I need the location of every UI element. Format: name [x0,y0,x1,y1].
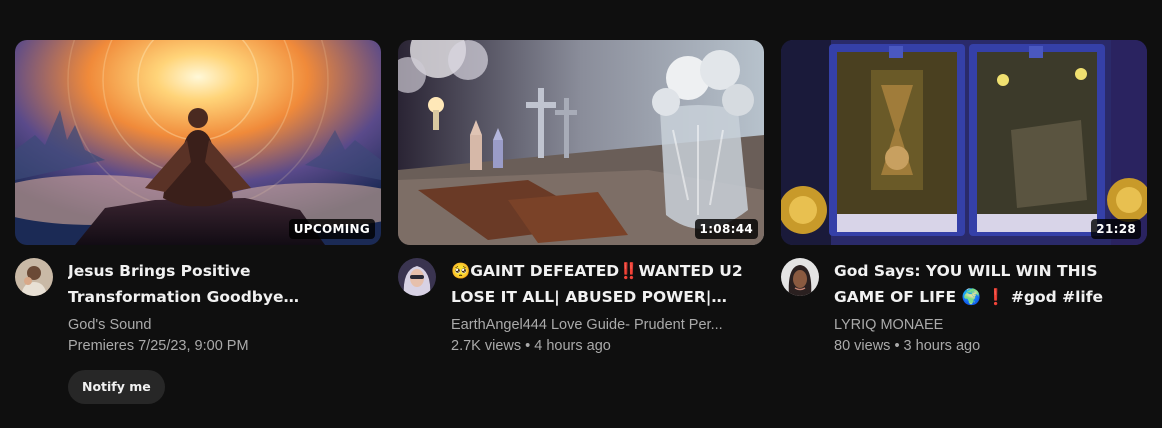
channel-avatar[interactable] [15,258,53,296]
video-title[interactable]: 🥺GAINT DEFEATED‼️WANTED U2 LOSE IT ALL| … [451,258,764,310]
video-title[interactable]: God Says: YOU WILL WIN THIS GAME OF LIFE… [834,258,1147,310]
upcoming-badge: UPCOMING [288,219,375,239]
duration-badge: 1:08:44 [694,219,758,239]
video-stats: 2.7K views • 4 hours ago [451,338,611,354]
video-stats: Premieres 7/25/23, 9:00 PM [68,338,249,354]
video-title[interactable]: Jesus Brings Positive Transformation Goo… [68,258,381,310]
video-thumbnail[interactable]: 21:28 [781,40,1147,245]
video-thumbnail[interactable]: 1:08:44 [398,40,764,245]
thumbnail-image [398,40,764,245]
notify-me-button[interactable]: Notify me [68,370,165,404]
video-thumbnail[interactable]: UPCOMING [15,40,381,245]
channel-name[interactable]: God's Sound [68,314,381,336]
video-card: UPCOMING Jesus Brings Positive Transform… [15,40,381,404]
video-grid: UPCOMING Jesus Brings Positive Transform… [0,0,1162,428]
thumbnail-image [781,40,1147,245]
channel-avatar[interactable] [781,258,819,296]
video-card: 1:08:44 🥺GAINT DEFEATED‼️WANTED U2 LOSE … [398,40,764,356]
channel-avatar[interactable] [398,258,436,296]
duration-badge: 21:28 [1091,219,1141,239]
channel-name[interactable]: EarthAngel444 Love Guide- Prudent Per... [451,314,764,336]
thumbnail-image [15,40,381,245]
video-stats: 80 views • 3 hours ago [834,338,981,354]
channel-name[interactable]: LYRIQ MONAEE [834,314,1147,336]
video-card: 21:28 God Says: YOU WILL WIN THIS GAME O… [781,40,1147,356]
